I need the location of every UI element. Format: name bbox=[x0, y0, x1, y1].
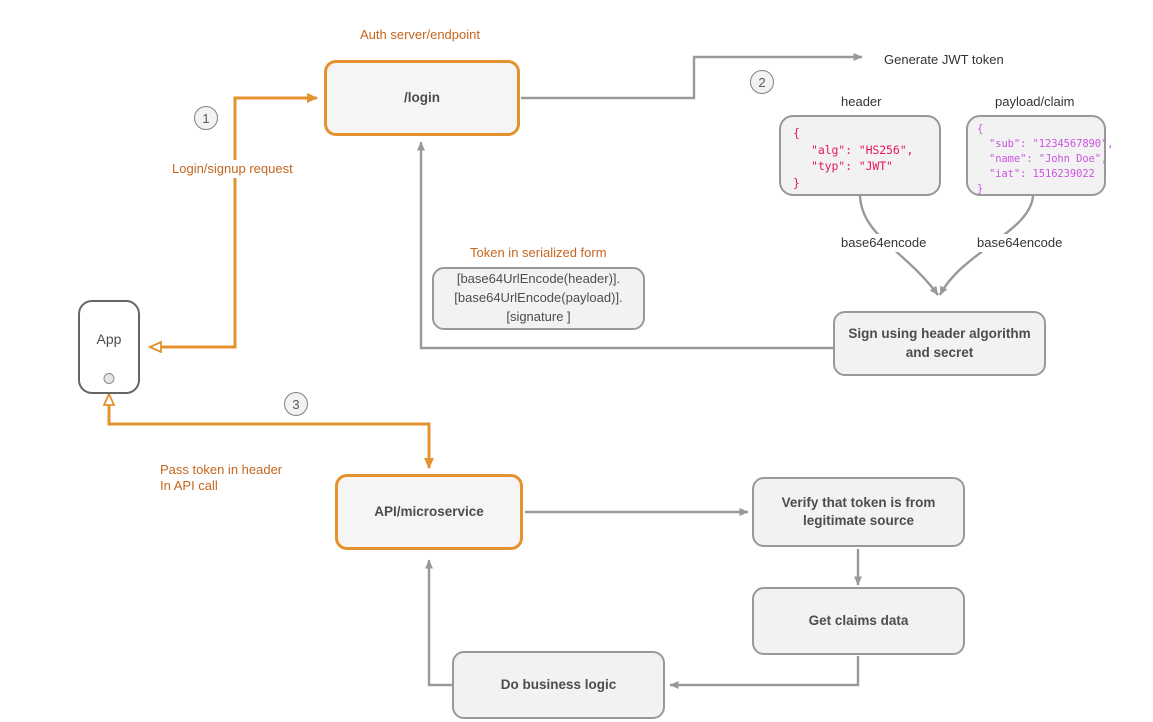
base64encode-left-label: base64encode bbox=[838, 234, 930, 252]
payload-code-line-3: "name": "John Doe", bbox=[989, 152, 1108, 165]
node-login[interactable]: /login bbox=[324, 60, 520, 136]
payload-caption: payload/claim bbox=[995, 94, 1075, 109]
node-jwt-payload: { "sub": "1234567890", "name": "John Doe… bbox=[966, 115, 1114, 196]
edge-login-back-to-app bbox=[150, 98, 237, 347]
token-line-2: [base64UrlEncode(payload)]. bbox=[454, 290, 623, 306]
pass-token-line2: In API call bbox=[160, 478, 218, 493]
token-serialized-caption: Token in serialized form bbox=[470, 245, 607, 260]
token-line-3: [signature ] bbox=[506, 308, 571, 324]
payload-code-line-2: "sub": "1234567890", bbox=[989, 137, 1114, 150]
edge-app-to-login bbox=[233, 93, 318, 347]
header-code-line-2: "alg": "HS256", bbox=[811, 142, 914, 157]
login-signup-request-label: Login/signup request bbox=[168, 160, 297, 178]
home-button-icon bbox=[103, 373, 115, 384]
header-code-line-4: } bbox=[793, 176, 800, 191]
business-logic-label: Do business logic bbox=[500, 676, 617, 692]
edge-login-to-generate bbox=[521, 53, 863, 100]
node-api-label: API/microservice bbox=[374, 503, 484, 519]
auth-server-label: Auth server/endpoint bbox=[360, 27, 480, 42]
node-verify-token[interactable]: Verify that token is from legitimate sou… bbox=[752, 477, 965, 547]
diagram-canvas: Auth server/endpoint Login/signup reques… bbox=[0, 0, 1153, 722]
payload-code-line-5: } bbox=[977, 182, 984, 195]
node-business-logic[interactable]: Do business logic bbox=[452, 651, 665, 719]
node-jwt-header: { "alg": "HS256", "typ": "JWT" } bbox=[779, 115, 941, 196]
node-api-microservice[interactable]: API/microservice bbox=[335, 474, 523, 550]
payload-code-line-1: { bbox=[977, 123, 984, 135]
header-code-line-1: { bbox=[793, 126, 800, 140]
payload-code-line-4: "iat": 1516239022 bbox=[989, 167, 1095, 180]
get-claims-label: Get claims data bbox=[808, 612, 909, 628]
sign-line-1: Sign using header algorithm bbox=[848, 326, 1031, 342]
edge-api-token-to-app bbox=[109, 394, 429, 426]
app-device[interactable]: App bbox=[78, 300, 140, 394]
step-circle-3: 3 bbox=[284, 392, 308, 416]
header-caption: header bbox=[841, 94, 882, 109]
generate-jwt-label: Generate JWT token bbox=[884, 52, 1004, 67]
node-login-label: /login bbox=[404, 89, 440, 105]
step-circle-1: 1 bbox=[194, 106, 218, 130]
verify-line-1: Verify that token is from bbox=[781, 494, 936, 510]
node-sign-token[interactable]: Sign using header algorithm and secret bbox=[833, 311, 1046, 376]
pass-token-line1: Pass token in header bbox=[160, 462, 283, 477]
sign-line-2: and secret bbox=[905, 344, 974, 360]
step-circle-2: 2 bbox=[750, 70, 774, 94]
header-code-line-3: "typ": "JWT" bbox=[811, 159, 893, 174]
token-line-1: [base64UrlEncode(header)]. bbox=[456, 271, 621, 287]
node-token-serialized: [base64UrlEncode(header)]. [base64UrlEnc… bbox=[432, 267, 645, 330]
edge-claims-to-business bbox=[669, 656, 860, 689]
base64encode-right-label: base64encode bbox=[974, 234, 1066, 252]
verify-line-2: legitimate source bbox=[802, 513, 915, 528]
node-get-claims[interactable]: Get claims data bbox=[752, 587, 965, 655]
app-label: App bbox=[96, 331, 122, 347]
edge-business-to-api bbox=[425, 559, 452, 687]
